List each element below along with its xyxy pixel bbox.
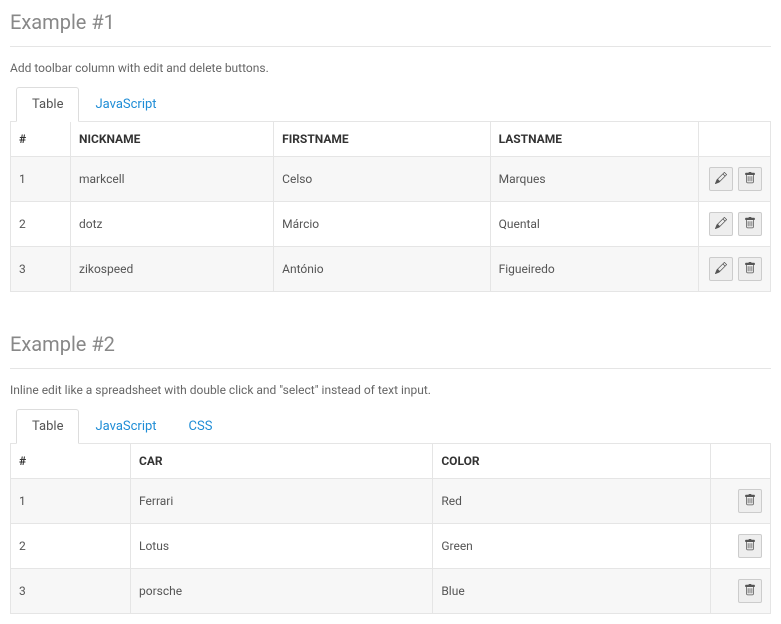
cell-actions bbox=[699, 202, 771, 247]
table-row: 1 markcell Celso Marques bbox=[11, 157, 771, 202]
pencil-icon bbox=[715, 262, 727, 277]
example2-tabs: Table JavaScript CSS bbox=[16, 409, 771, 444]
cell-nickname: dotz bbox=[71, 202, 274, 247]
cell-index: 2 bbox=[11, 524, 131, 569]
edit-button[interactable] bbox=[709, 167, 733, 191]
table-row: 3 zikospeed António Figueiredo bbox=[11, 247, 771, 292]
delete-button[interactable] bbox=[738, 534, 762, 558]
table-row: 2 dotz Márcio Quental bbox=[11, 202, 771, 247]
cell-lastname: Figueiredo bbox=[490, 247, 698, 292]
cell-nickname: markcell bbox=[71, 157, 274, 202]
tab-table[interactable]: Table bbox=[16, 87, 79, 122]
cell-color[interactable]: Blue bbox=[433, 569, 711, 614]
cell-firstname: Márcio bbox=[274, 202, 490, 247]
cell-actions bbox=[699, 247, 771, 292]
table-row: 2 Lotus Green bbox=[11, 524, 771, 569]
cell-index: 3 bbox=[11, 569, 131, 614]
col-actions bbox=[699, 122, 771, 157]
pencil-icon bbox=[715, 172, 727, 187]
divider bbox=[10, 368, 771, 369]
cell-color[interactable]: Red bbox=[433, 479, 711, 524]
trash-icon bbox=[744, 494, 756, 509]
trash-icon bbox=[744, 172, 756, 187]
cell-actions bbox=[699, 157, 771, 202]
tab-css[interactable]: CSS bbox=[173, 409, 229, 444]
col-nickname: NICKNAME bbox=[71, 122, 274, 157]
cell-lastname: Quental bbox=[490, 202, 698, 247]
col-firstname: FIRSTNAME bbox=[274, 122, 490, 157]
cell-actions bbox=[711, 479, 771, 524]
cell-index: 1 bbox=[11, 157, 71, 202]
delete-button[interactable] bbox=[738, 167, 762, 191]
cell-actions bbox=[711, 524, 771, 569]
example1-table: # NICKNAME FIRSTNAME LASTNAME 1 markcell… bbox=[10, 121, 771, 292]
cell-index: 3 bbox=[11, 247, 71, 292]
cell-lastname: Marques bbox=[490, 157, 698, 202]
tab-javascript[interactable]: JavaScript bbox=[79, 87, 172, 122]
delete-button[interactable] bbox=[738, 257, 762, 281]
tab-table[interactable]: Table bbox=[16, 409, 79, 444]
col-car: CAR bbox=[131, 444, 433, 479]
col-color: COLOR bbox=[433, 444, 711, 479]
cell-index: 1 bbox=[11, 479, 131, 524]
cell-car[interactable]: Lotus bbox=[131, 524, 433, 569]
trash-icon bbox=[744, 584, 756, 599]
example2-description: Inline edit like a spreadsheet with doub… bbox=[10, 383, 771, 397]
pencil-icon bbox=[715, 217, 727, 232]
cell-firstname: António bbox=[274, 247, 490, 292]
cell-nickname: zikospeed bbox=[71, 247, 274, 292]
trash-icon bbox=[744, 539, 756, 554]
tab-javascript[interactable]: JavaScript bbox=[79, 409, 172, 444]
edit-button[interactable] bbox=[709, 212, 733, 236]
cell-car[interactable]: Ferrari bbox=[131, 479, 433, 524]
col-index: # bbox=[11, 444, 131, 479]
example2-title: Example #2 bbox=[10, 332, 771, 356]
delete-button[interactable] bbox=[738, 579, 762, 603]
col-actions bbox=[711, 444, 771, 479]
divider bbox=[10, 46, 771, 47]
col-index: # bbox=[11, 122, 71, 157]
table-row: 1 Ferrari Red bbox=[11, 479, 771, 524]
table-header-row: # CAR COLOR bbox=[11, 444, 771, 479]
table-row: 3 porsche Blue bbox=[11, 569, 771, 614]
cell-index: 2 bbox=[11, 202, 71, 247]
edit-button[interactable] bbox=[709, 257, 733, 281]
delete-button[interactable] bbox=[738, 489, 762, 513]
cell-firstname: Celso bbox=[274, 157, 490, 202]
cell-actions bbox=[711, 569, 771, 614]
cell-car[interactable]: porsche bbox=[131, 569, 433, 614]
delete-button[interactable] bbox=[738, 212, 762, 236]
example1-tabs: Table JavaScript bbox=[16, 87, 771, 122]
example2-table: # CAR COLOR 1 Ferrari Red 2 Lotus Green bbox=[10, 443, 771, 614]
trash-icon bbox=[744, 262, 756, 277]
table-header-row: # NICKNAME FIRSTNAME LASTNAME bbox=[11, 122, 771, 157]
example1-title: Example #1 bbox=[10, 10, 771, 34]
trash-icon bbox=[744, 217, 756, 232]
example1-description: Add toolbar column with edit and delete … bbox=[10, 61, 771, 75]
col-lastname: LASTNAME bbox=[490, 122, 698, 157]
cell-color[interactable]: Green bbox=[433, 524, 711, 569]
